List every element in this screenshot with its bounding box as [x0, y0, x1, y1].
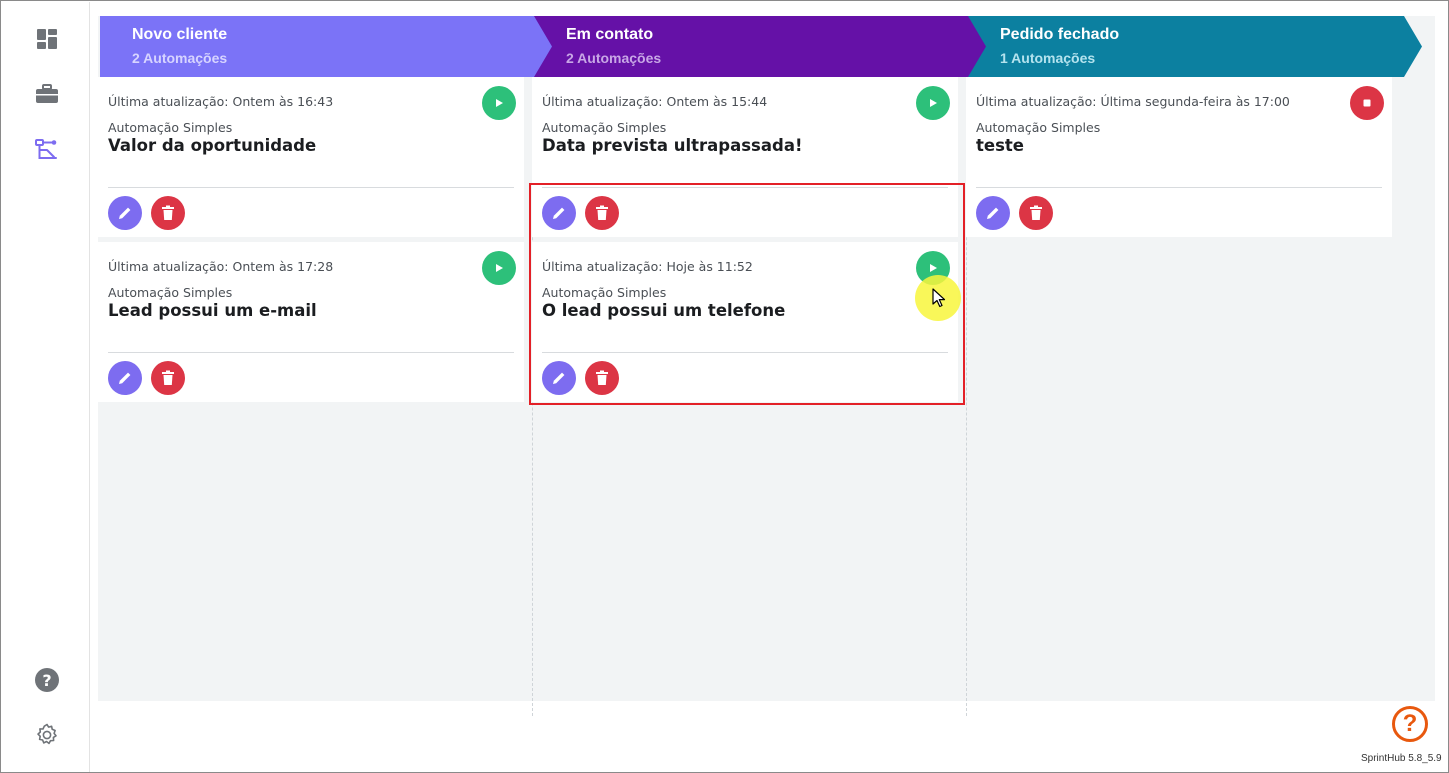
flow-icon[interactable]	[34, 137, 60, 163]
card-type: Automação Simples	[108, 285, 233, 300]
edit-button[interactable]	[108, 361, 142, 395]
stage-title: Novo cliente	[132, 26, 228, 43]
sidebar: ?	[2, 2, 90, 772]
trash-icon	[162, 370, 174, 385]
stage-title: Em contato	[566, 26, 654, 43]
stage-title: Pedido fechado	[1000, 26, 1120, 43]
briefcase-icon[interactable]	[34, 81, 60, 107]
edit-button[interactable]	[108, 196, 142, 230]
play-icon	[930, 99, 937, 107]
play-icon	[496, 99, 503, 107]
edit-button[interactable]	[976, 196, 1010, 230]
pencil-icon	[119, 207, 131, 219]
card-title: Lead possui um e-mail	[108, 301, 317, 320]
card-updated-at: Última atualização: Ontem às 16:43	[108, 94, 334, 109]
app-version: SprintHub 5.8_5.9	[1361, 753, 1442, 764]
stage-header-pedido-fechado[interactable]: Pedido fechado 1 Automações	[968, 16, 1422, 77]
card-divider	[976, 187, 1382, 188]
help-symbol: ?	[1402, 710, 1418, 737]
card-updated-at: Última atualização: Última segunda-feira…	[976, 94, 1290, 109]
card-updated-at: Última atualização: Ontem às 17:28	[108, 259, 334, 274]
stage-header-novo-cliente[interactable]: Novo cliente 2 Automações	[100, 16, 554, 77]
mouse-cursor-icon	[932, 288, 946, 308]
dashboard-icon[interactable]	[34, 26, 60, 52]
automation-card[interactable]: Última atualização: Última segunda-feira…	[966, 77, 1392, 237]
stop-icon	[1363, 99, 1371, 107]
app-window: ? Novo cliente 2 Automações Em contato 2…	[0, 0, 1449, 773]
card-type: Automação Simples	[542, 120, 667, 135]
gear-icon[interactable]	[34, 722, 60, 748]
highlight-box	[529, 183, 965, 405]
play-button[interactable]	[916, 86, 950, 120]
card-updated-at: Última atualização: Ontem às 15:44	[542, 94, 768, 109]
delete-button[interactable]	[151, 361, 185, 395]
delete-button[interactable]	[151, 196, 185, 230]
card-title: Valor da oportunidade	[108, 136, 317, 155]
stage-header-em-contato[interactable]: Em contato 2 Automações	[534, 16, 988, 77]
card-type: Automação Simples	[976, 120, 1101, 135]
card-divider	[108, 187, 514, 188]
play-icon	[496, 264, 503, 272]
card-title: Data prevista ultrapassada!	[542, 136, 803, 155]
stage-count: 2 Automações	[566, 50, 662, 66]
card-title: teste	[976, 136, 1024, 155]
card-type: Automação Simples	[108, 120, 233, 135]
stop-button[interactable]	[1350, 86, 1384, 120]
trash-icon	[1030, 205, 1042, 220]
automation-card[interactable]: Última atualização: Ontem às 17:28 Autom…	[98, 242, 524, 402]
svg-text:?: ?	[42, 671, 51, 690]
stage-count: 2 Automações	[132, 50, 228, 66]
play-button[interactable]	[482, 251, 516, 285]
card-divider	[108, 352, 514, 353]
trash-icon	[162, 205, 174, 220]
pencil-icon	[987, 207, 999, 219]
pencil-icon	[119, 372, 131, 384]
help-button[interactable]: ?	[1392, 706, 1428, 742]
stage-count: 1 Automações	[1000, 50, 1096, 66]
automation-card[interactable]: Última atualização: Ontem às 16:43 Autom…	[98, 77, 524, 237]
delete-button[interactable]	[1019, 196, 1053, 230]
play-button[interactable]	[482, 86, 516, 120]
help-circle-icon[interactable]: ?	[34, 667, 60, 693]
